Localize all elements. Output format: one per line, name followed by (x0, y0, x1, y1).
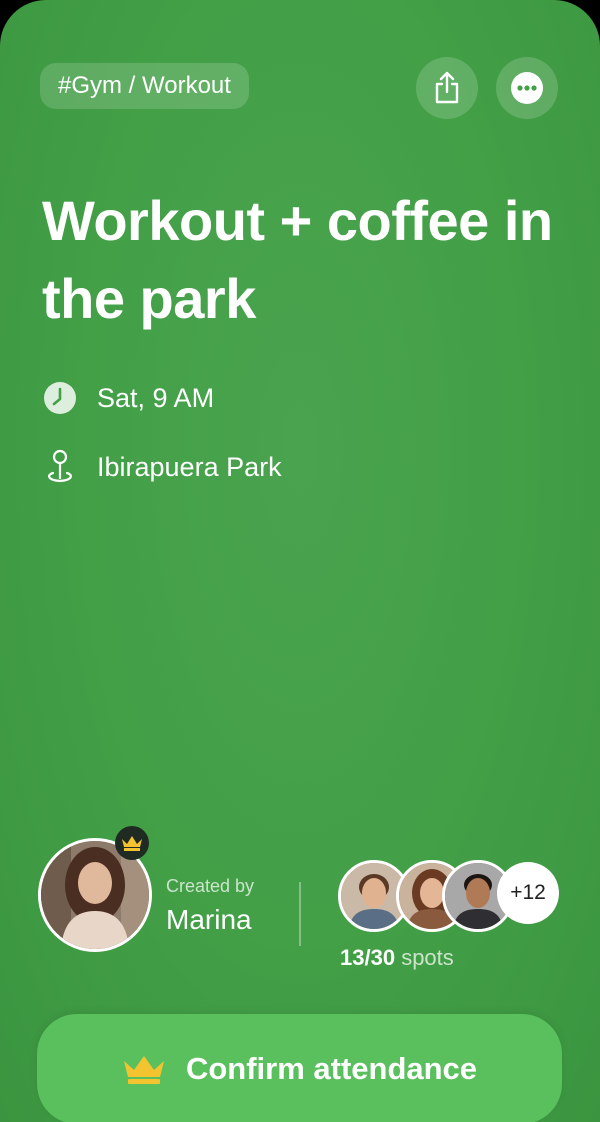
clock-icon (42, 380, 78, 416)
event-title: Workout + coffee in the park (42, 189, 553, 330)
spots-label: spots (401, 945, 454, 970)
confirm-attendance-label: Confirm attendance (185, 1051, 478, 1086)
divider (299, 882, 301, 946)
created-by-label: Created by (166, 876, 255, 896)
location-pin-icon (42, 449, 78, 485)
creator-name[interactable]: Marina (166, 904, 252, 936)
spots-counter: 13/30 spots (340, 945, 454, 971)
more-options-button[interactable] (496, 57, 558, 119)
event-location-row[interactable]: Ibirapuera Park (42, 449, 282, 485)
event-card: #Gym / Workout Workout + coffee in the p… (0, 0, 600, 1122)
event-time: Sat, 9 AM (97, 382, 215, 413)
event-location: Ibirapuera Park (97, 451, 282, 482)
creator-crown-badge (115, 826, 149, 860)
spots-taken: 13/30 (340, 945, 396, 970)
category-tag[interactable]: #Gym / Workout (40, 63, 249, 109)
share-button[interactable] (416, 57, 478, 119)
more-horizontal-icon (511, 72, 543, 104)
event-time-row: Sat, 9 AM (42, 380, 214, 416)
confirm-attendance-button[interactable]: Confirm attendance (37, 1014, 562, 1122)
crown-icon (123, 1056, 164, 1084)
crown-icon (122, 836, 142, 851)
share-icon (435, 71, 459, 104)
more-attendees-count[interactable]: +12 (497, 862, 559, 924)
